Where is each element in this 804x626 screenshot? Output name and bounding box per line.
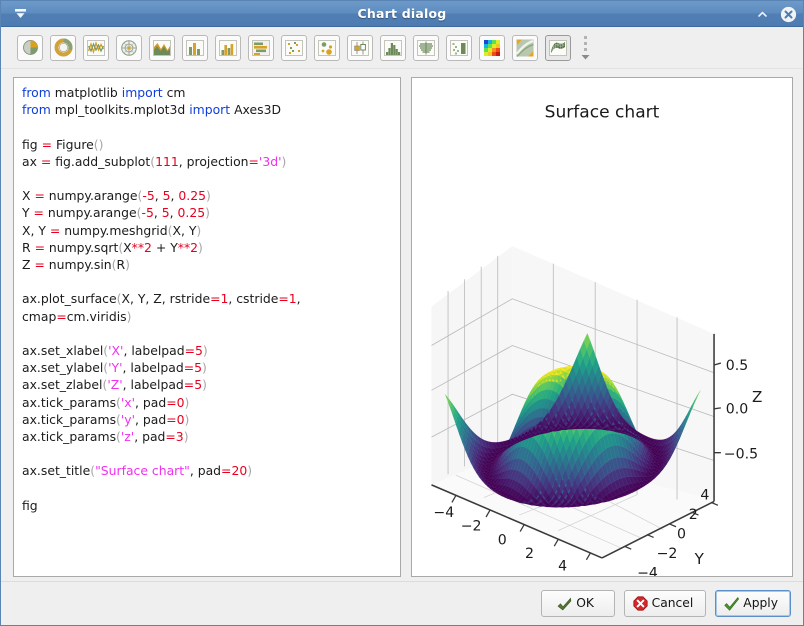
grouped-bar-chart-icon[interactable] xyxy=(215,34,241,61)
ok-button-label: OK xyxy=(576,596,594,611)
histogram-chart-icon[interactable] xyxy=(380,34,406,61)
x-tick-0: −4 xyxy=(433,505,454,521)
cancel-stop-icon xyxy=(633,596,648,611)
bar-chart-icon[interactable] xyxy=(182,34,208,61)
donut-chart-icon[interactable] xyxy=(50,34,76,61)
chart-dialog-window: Chart dialog from matplotlib import cm f… xyxy=(0,0,804,626)
y-tick-1: −2 xyxy=(657,546,678,562)
chevron-up-icon[interactable] xyxy=(753,5,771,23)
z-tick-2: 0.5 xyxy=(726,358,748,374)
surface-chart-icon[interactable] xyxy=(545,34,571,61)
surface-chart-figure: Surface chart 0.5 0.0 −0.5 Z −4 −2 0 2 4… xyxy=(412,80,792,576)
window-controls xyxy=(753,1,797,27)
x-tick-3: 2 xyxy=(525,546,534,562)
double-chevron-down-icon[interactable] xyxy=(7,1,33,27)
apply-button-label: Apply xyxy=(743,596,778,611)
y-tick-0: −4 xyxy=(637,565,658,576)
y-tick-4: 4 xyxy=(700,487,709,503)
y-axis-label: Y xyxy=(694,550,705,568)
chart-title: Surface chart xyxy=(545,103,660,123)
y-tick-3: 2 xyxy=(689,507,698,523)
dialog-footer: OK Cancel Apply xyxy=(1,581,803,625)
apply-check-icon xyxy=(724,596,740,611)
y-tick-2: 0 xyxy=(677,526,686,542)
z-tick-1: 0.0 xyxy=(726,402,748,418)
close-circle-icon[interactable] xyxy=(779,5,797,23)
toolbar-overflow-icon[interactable] xyxy=(580,33,590,63)
x-tick-4: 4 xyxy=(558,559,567,575)
cancel-button-label: Cancel xyxy=(651,596,694,611)
ok-button[interactable]: OK xyxy=(540,590,615,617)
window-title: Chart dialog xyxy=(357,6,447,21)
violin-chart-icon[interactable] xyxy=(413,34,439,61)
chart-preview-pane[interactable]: Surface chart 0.5 0.0 −0.5 Z −4 −2 0 2 4… xyxy=(411,77,793,577)
contour-chart-icon[interactable] xyxy=(512,34,538,61)
chart-type-toolbar xyxy=(1,27,803,69)
ok-check-icon xyxy=(557,597,572,611)
bubble-chart-icon[interactable] xyxy=(314,34,340,61)
step-chart-icon[interactable] xyxy=(446,34,472,61)
title-bar[interactable]: Chart dialog xyxy=(1,1,803,27)
scatter-chart-icon[interactable] xyxy=(281,34,307,61)
line-chart-icon[interactable] xyxy=(83,34,109,61)
pie-chart-icon[interactable] xyxy=(17,34,43,61)
cancel-button[interactable]: Cancel xyxy=(623,590,707,617)
code-editor[interactable]: from matplotlib import cm from mpl_toolk… xyxy=(13,77,401,577)
box-plot-chart-icon[interactable] xyxy=(347,34,373,61)
heatmap-chart-icon[interactable] xyxy=(479,34,505,61)
x-tick-1: −2 xyxy=(461,519,482,535)
area-chart-icon[interactable] xyxy=(149,34,175,61)
dialog-body: from matplotlib import cm from mpl_toolk… xyxy=(1,69,803,581)
z-axis-label: Z xyxy=(752,388,762,406)
apply-button[interactable]: Apply xyxy=(715,590,791,617)
radar-chart-icon[interactable] xyxy=(116,34,142,61)
z-tick-0: −0.5 xyxy=(724,447,758,463)
horizontal-bar-chart-icon[interactable] xyxy=(248,34,274,61)
x-tick-2: 0 xyxy=(498,532,507,548)
